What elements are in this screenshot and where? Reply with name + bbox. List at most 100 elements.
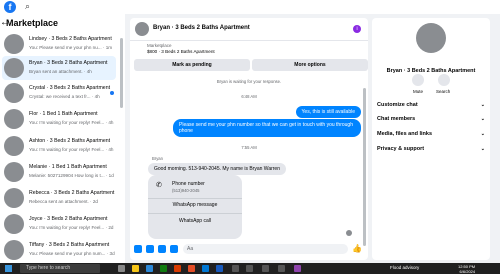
like-icon[interactable]: 👍	[352, 244, 362, 253]
phone-number-value: (513)940-2045	[172, 188, 200, 193]
message-input[interactable]: Aa	[183, 244, 348, 254]
chevron-down-icon: ⌄	[480, 131, 485, 137]
scrollbar[interactable]	[363, 88, 366, 246]
avatar	[4, 83, 24, 103]
conversation-item[interactable]: Rebecca · 3 Beds 2 Baths Apartment Rebec…	[2, 186, 116, 210]
conversation-name: Melanie · 1 Bed 1 Bath Apartment	[29, 164, 107, 170]
windows-start-icon[interactable]	[5, 265, 12, 272]
sender-name: Bryan	[152, 156, 163, 161]
app-icon[interactable]	[232, 265, 239, 272]
conversation-details-panel: Bryan · 3 Beds 2 Baths Apartment Mute Se…	[372, 18, 490, 260]
phone-number-label: Phone number	[172, 181, 205, 187]
search-icon[interactable]	[438, 74, 450, 86]
privacy-support-row[interactable]: Privacy & support ⌄	[377, 146, 485, 152]
avatar	[4, 109, 24, 129]
chat-header: Bryan · 3 Beds 2 Baths Apartment i	[130, 18, 368, 41]
read-receipt-avatar	[346, 230, 352, 236]
conversation-name: Tiffany · 3 Beds 2 Baths Apartment	[29, 242, 110, 248]
conversation-item-active[interactable]: Bryan · 3 Beds 2 Baths Apartment Bryan s…	[2, 56, 116, 80]
conversation-item[interactable]: Flor · 1 Bed 1 Bath Apartment You: I'm w…	[2, 107, 116, 131]
chevron-down-icon: ⌄	[480, 116, 485, 122]
phone-icon: ✆	[156, 182, 162, 189]
facebook-logo[interactable]: f	[4, 1, 16, 13]
mail-icon[interactable]	[146, 265, 153, 272]
avatar[interactable]	[135, 22, 149, 36]
conversation-item[interactable]: Tiffany · 3 Beds 2 Baths Apartment You: …	[2, 238, 116, 262]
whatsapp-call-button[interactable]: WhatsApp call	[148, 218, 242, 224]
phone-number-card: ✆ Phone number (513)940-2045 WhatsApp me…	[148, 175, 242, 239]
conversation-preview: You: I'm waiting for your reply! Feel...…	[29, 147, 114, 152]
scrollbar[interactable]	[120, 38, 123, 108]
info-icon[interactable]: i	[353, 25, 361, 33]
conversation-name: Crystal · 3 Beds 2 Baths Apartment	[29, 85, 111, 91]
timestamp: 6:48 AM	[241, 94, 257, 99]
whatsapp-message-button[interactable]: WhatsApp message	[148, 202, 242, 208]
menu-label: Chat members	[377, 116, 416, 122]
avatar	[4, 136, 24, 156]
avatar	[4, 58, 24, 78]
unread-dot	[110, 91, 114, 95]
conversation-preview: Crystal: we received a text fr... · 4h	[29, 94, 100, 99]
divider	[148, 198, 242, 199]
conversation-preview: You: Please send me your phn num... · 3d	[29, 251, 115, 256]
listing-label: Marketplace	[147, 43, 172, 48]
media-files-links-row[interactable]: Media, files and links ⌄	[377, 131, 485, 137]
menu-label: Media, files and links	[377, 131, 433, 137]
timestamp: 7:55 AM	[241, 145, 257, 150]
chat-members-row[interactable]: Chat members ⌄	[377, 116, 485, 122]
file-explorer-icon[interactable]	[132, 265, 139, 272]
conversation-name: Bryan · 3 Beds 2 Baths Apartment	[29, 60, 108, 66]
conversation-item[interactable]: Joyce · 3 Beds 2 Baths Apartment You: I'…	[2, 212, 116, 236]
app-icon[interactable]	[160, 265, 167, 272]
marketplace-title: Marketplace	[6, 18, 59, 28]
app-icon[interactable]	[294, 265, 301, 272]
app-icon[interactable]	[246, 265, 253, 272]
conversation-list-panel: ← Marketplace Lindsey · 3 Beds 2 Baths A…	[0, 14, 125, 263]
conversation-item[interactable]: Lindsey · 3 Beds 2 Baths Apartment You: …	[2, 32, 116, 56]
plus-icon[interactable]	[134, 245, 142, 253]
menu-label: Customize chat	[377, 102, 418, 108]
conversation-item[interactable]: Crystal · 3 Beds 2 Baths Apartment Cryst…	[2, 81, 116, 105]
listing-price[interactable]: $800 · 3 Beds 2 Baths Apartment	[147, 49, 215, 54]
app-icon[interactable]	[278, 265, 285, 272]
app-icon[interactable]	[262, 265, 269, 272]
edge-icon[interactable]	[202, 265, 209, 272]
avatar	[4, 214, 24, 234]
menu-label: Privacy & support	[377, 146, 425, 152]
avatar	[416, 23, 446, 53]
conversation-preview: Rebecca sent an attachment. · 2d	[29, 199, 98, 204]
more-options-button[interactable]: More options	[252, 59, 368, 71]
conversation-name: Flor · 1 Bed 1 Bath Apartment	[29, 111, 98, 117]
conversation-name: Ashton · 3 Beds 2 Baths Apartment	[29, 138, 111, 144]
chat-title[interactable]: Bryan · 3 Beds 2 Baths Apartment	[153, 25, 250, 31]
chrome-icon[interactable]	[188, 265, 195, 272]
conversation-item[interactable]: Ashton · 3 Beds 2 Baths Apartment You: I…	[2, 134, 116, 158]
top-bar: f ⌕	[0, 0, 500, 14]
avatar	[4, 34, 24, 54]
taskbar: Type here to search Flood advisory 12:50…	[0, 263, 500, 274]
conversation-preview: Bryan sent an attachment. · 4h	[29, 69, 92, 74]
search-icon[interactable]: ⌕	[25, 1, 30, 12]
taskbar-search-input[interactable]: Type here to search	[20, 264, 100, 273]
conversation-preview: Melanie: 5027129904 How long is t... · 1…	[29, 173, 114, 178]
weather-notice[interactable]: Flood advisory	[390, 265, 419, 270]
conversation-item[interactable]: Melanie · 1 Bed 1 Bath Apartment Melanie…	[2, 160, 116, 184]
conversation-name: Lindsey · 3 Beds 2 Baths Apartment	[29, 36, 112, 42]
sticker-icon[interactable]	[158, 245, 166, 253]
clock-date: 6/6/2024	[459, 269, 476, 274]
word-icon[interactable]	[216, 265, 223, 272]
gif-icon[interactable]	[170, 245, 178, 253]
photo-icon[interactable]	[146, 245, 154, 253]
customize-chat-row[interactable]: Customize chat ⌄	[377, 102, 485, 108]
task-view-icon[interactable]	[118, 265, 125, 272]
clock[interactable]: 12:50 PM 6/6/2024	[458, 264, 475, 274]
conversation-preview: You: Please send me your phn nu... · 1m	[29, 45, 113, 50]
mark-as-pending-button[interactable]: Mark as pending	[134, 59, 250, 71]
avatar	[4, 240, 24, 260]
profile-name: Bryan · 3 Beds 2 Baths Apartment	[386, 68, 476, 74]
app-icon[interactable]	[174, 265, 181, 272]
chevron-down-icon: ⌄	[480, 146, 485, 152]
avatar	[4, 162, 24, 182]
mute-icon[interactable]	[412, 74, 424, 86]
received-message: Good morning. 513-940-2045. My name is B…	[148, 163, 286, 175]
